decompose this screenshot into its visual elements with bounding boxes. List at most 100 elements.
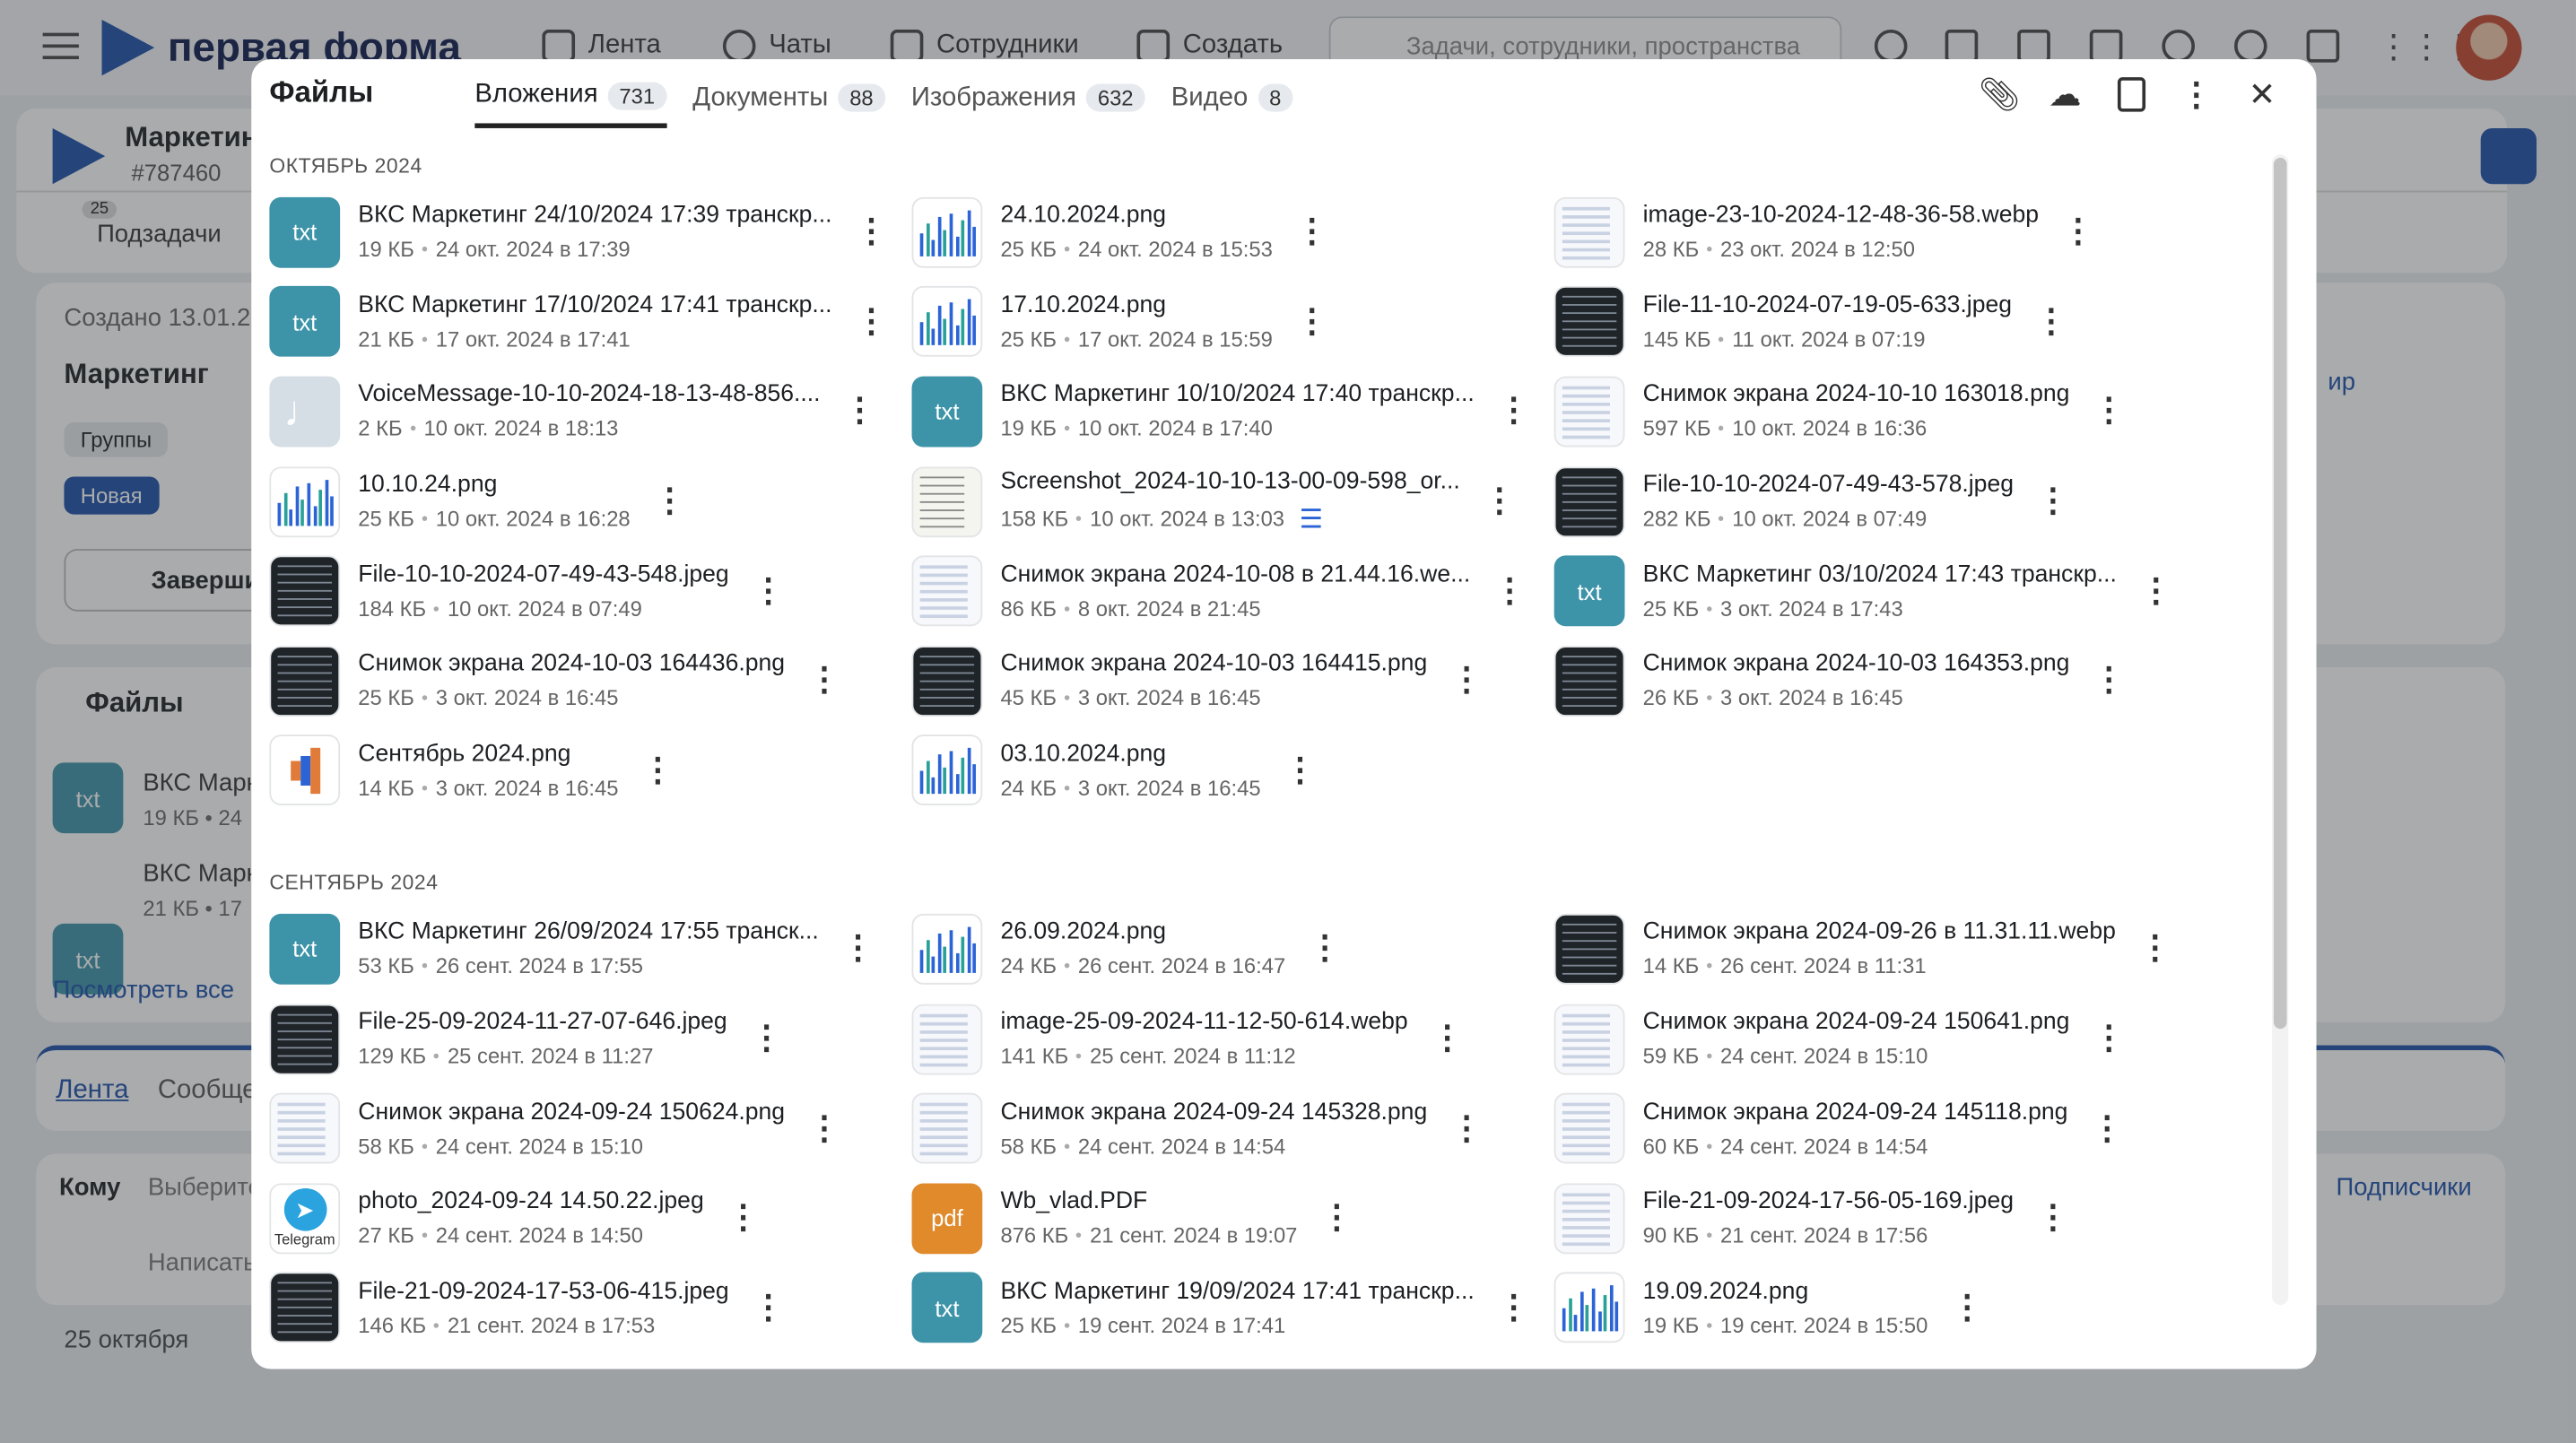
file-item[interactable]: File-25-09-2024-11-27-07-646.jpeg 129 КБ 2… <box>269 994 911 1083</box>
cloud-icon[interactable]: ☁︎ <box>2047 75 2083 112</box>
file-more-icon[interactable]: ⋮ <box>1497 396 1530 429</box>
file-meta: 45 КБ 3 окт. 2024 в 16:45 <box>1000 686 1427 710</box>
scrollbar-thumb[interactable] <box>2273 157 2287 1030</box>
file-date: 10 окт. 2024 в 16:28 <box>435 506 631 532</box>
file-item[interactable]: 10.10.24.png 25 КБ 10 окт. 2024 в 16:28 ⋮ <box>269 456 911 546</box>
file-item[interactable]: pdf Wb_vlad.PDF 876 КБ 21 сент. 2024 в 19:0… <box>911 1173 1554 1263</box>
file-item[interactable]: 24.10.2024.png 25 КБ 24 окт. 2024 в 15:53 ⋮ <box>911 187 1554 277</box>
more-icon[interactable]: ⋮ <box>2179 75 2215 112</box>
file-date: 23 окт. 2024 в 12:50 <box>1720 237 1916 262</box>
file-more-icon[interactable]: ⋮ <box>2139 933 2172 966</box>
file-item[interactable]: File-10-10-2024-07-49-43-578.jpeg 282 КБ 1… <box>1553 456 2197 546</box>
file-more-icon[interactable]: ⋮ <box>750 1022 783 1056</box>
file-more-icon[interactable]: ⋮ <box>2093 1022 2126 1056</box>
file-more-icon[interactable]: ⋮ <box>2093 665 2126 698</box>
file-item[interactable]: image-25-09-2024-11-12-50-614.webp 141 КБ… <box>911 994 1554 1083</box>
file-item[interactable]: 03.10.2024.png 24 КБ 3 окт. 2024 в 16:45 ⋮ <box>911 726 1554 815</box>
file-more-icon[interactable]: ⋮ <box>808 1112 841 1145</box>
file-thumbnail-dark-icon <box>269 1273 341 1343</box>
file-meta: 28 КБ 23 окт. 2024 в 12:50 <box>1643 237 2039 261</box>
tab-documents[interactable]: Документы 88 <box>692 81 885 128</box>
file-more-icon[interactable]: ⋮ <box>1497 1291 1530 1325</box>
file-more-icon[interactable]: ⋮ <box>2140 575 2173 608</box>
file-item[interactable]: Снимок экрана 2024-09-24 150641.png 59 КБ… <box>1553 994 2197 1083</box>
modal-title: Файлы <box>269 75 374 109</box>
paperclip-icon[interactable]: 📎︎ <box>1979 75 2021 112</box>
file-more-icon[interactable]: ⋮ <box>1951 1291 1984 1325</box>
file-more-icon[interactable]: ⋮ <box>843 396 876 429</box>
file-more-icon[interactable]: ⋮ <box>2091 1112 2124 1145</box>
file-item[interactable]: Screenshot_2024-10-10-13-00-09-598_or...… <box>911 456 1554 546</box>
file-date: 24 окт. 2024 в 15:53 <box>1077 237 1273 262</box>
file-item[interactable]: Снимок экрана 2024-09-26 в 11.31.11.webp… <box>1553 904 2197 994</box>
file-more-icon[interactable]: ⋮ <box>752 1291 785 1325</box>
file-item[interactable]: Снимок экрана 2024-09-24 150624.png 58 КБ… <box>269 1083 911 1173</box>
file-item[interactable]: File-11-10-2024-07-19-05-633.jpeg 145 КБ 1… <box>1553 277 2197 367</box>
file-size: 158 КБ <box>1000 506 1069 532</box>
file-item[interactable]: txt ВКС Маркетинг 03/10/2024 17:43 транск… <box>1553 546 2197 636</box>
file-date: 3 окт. 2024 в 17:43 <box>1720 595 1903 622</box>
file-item[interactable]: Сентябрь 2024.png 14 КБ 3 окт. 2024 в 16:4… <box>269 726 911 815</box>
file-item[interactable]: Снимок экрана 2024-10-03 164415.png 45 КБ… <box>911 636 1554 726</box>
file-item[interactable]: image-23-10-2024-12-48-36-58.webp 28 КБ 23… <box>1553 187 2197 277</box>
file-thumbnail-txt-icon: txt <box>269 196 341 268</box>
file-item[interactable]: Снимок экрана 2024-10-03 164436.png 25 КБ… <box>269 636 911 726</box>
file-more-icon[interactable]: ⋮ <box>2037 485 2070 518</box>
file-more-icon[interactable]: ⋮ <box>1483 485 1516 518</box>
file-item[interactable]: Снимок экрана 2024-10-08 в 21.44.16.we..… <box>911 546 1554 636</box>
file-more-icon[interactable]: ⋮ <box>727 1202 760 1235</box>
file-item[interactable]: File-21-09-2024-17-56-05-169.jpeg 90 КБ 21… <box>1553 1173 2197 1263</box>
file-date: 3 окт. 2024 в 16:45 <box>435 775 619 801</box>
file-more-icon[interactable]: ⋮ <box>1450 1112 1484 1145</box>
file-more-icon[interactable]: ⋮ <box>653 485 686 518</box>
file-more-icon[interactable]: ⋮ <box>1431 1022 1464 1056</box>
file-date: 24 сент. 2024 в 15:10 <box>435 1133 644 1159</box>
file-item[interactable]: Снимок экрана 2024-10-03 164353.png 26 КБ… <box>1553 636 2197 726</box>
file-item[interactable]: txt ВКС Маркетинг 10/10/2024 17:40 транск… <box>911 367 1554 456</box>
file-item[interactable]: Снимок экрана 2024-09-24 145328.png 58 КБ… <box>911 1083 1554 1173</box>
file-item[interactable]: ♩ VoiceMessage-10-10-2024-18-13-48-856...… <box>269 367 911 456</box>
file-more-icon[interactable]: ⋮ <box>1296 306 1329 339</box>
file-more-icon[interactable]: ⋮ <box>641 754 674 787</box>
file-more-icon[interactable]: ⋮ <box>855 306 888 339</box>
file-more-icon[interactable]: ⋮ <box>752 575 785 608</box>
file-item[interactable]: txt ВКС Маркетинг 17/10/2024 17:41 транск… <box>269 277 911 367</box>
tab-video[interactable]: Видео 8 <box>1171 81 1293 128</box>
file-date: 10 окт. 2024 в 18:13 <box>423 416 619 442</box>
file-more-icon[interactable]: ⋮ <box>2093 396 2126 429</box>
file-item[interactable]: File-10-10-2024-07-49-43-548.jpeg 184 КБ 1… <box>269 546 911 636</box>
tab-attachments[interactable]: Вложения 731 <box>474 81 666 128</box>
add-file-icon[interactable] <box>2112 75 2148 111</box>
file-name: ВКС Маркетинг 03/10/2024 17:43 транскр..… <box>1642 561 2117 588</box>
file-name: Снимок экрана 2024-09-26 в 11.31.11.webp <box>1642 919 2116 946</box>
file-item[interactable]: 19.09.2024.png 19 КБ 19 сент. 2024 в 15:50… <box>1553 1263 2197 1352</box>
file-more-icon[interactable]: ⋮ <box>1284 754 1317 787</box>
file-more-icon[interactable]: ⋮ <box>1309 933 1342 966</box>
file-more-icon[interactable]: ⋮ <box>808 665 841 698</box>
file-more-icon[interactable]: ⋮ <box>855 216 888 249</box>
file-item[interactable]: File-21-09-2024-17-53-06-415.jpeg 146 КБ 2… <box>269 1263 911 1352</box>
tab-images[interactable]: Изображения 632 <box>911 81 1145 128</box>
file-more-icon[interactable]: ⋮ <box>2035 306 2068 339</box>
file-item[interactable]: 17.10.2024.png 25 КБ 17 окт. 2024 в 15:59 ⋮ <box>911 277 1554 367</box>
list-icon[interactable]: ☰ <box>1300 502 1323 535</box>
file-meta: 21 КБ 17 окт. 2024 в 17:41 <box>358 326 831 351</box>
file-name: File-25-09-2024-11-27-07-646.jpeg <box>358 1009 727 1036</box>
files-modal: Файлы Вложения 731 Документы 88 Изображени… <box>251 58 2317 1369</box>
file-thumbnail-dark-icon <box>1553 913 1625 985</box>
file-item[interactable]: Снимок экрана 2024-09-24 145118.png 60 КБ… <box>1553 1083 2197 1173</box>
file-more-icon[interactable]: ⋮ <box>1450 665 1484 698</box>
file-more-icon[interactable]: ⋮ <box>1493 575 1527 608</box>
file-item[interactable]: ➤ Telegram photo_2024-09-24 14.50.22.jpeg 2… <box>269 1173 911 1263</box>
file-item[interactable]: txt ВКС Маркетинг 19/09/2024 17:41 транск… <box>911 1263 1554 1352</box>
file-item[interactable]: txt ВКС Маркетинг 24/10/2024 17:39 транск… <box>269 187 911 277</box>
file-item[interactable]: 26.09.2024.png 24 КБ 26 сент. 2024 в 16:47… <box>911 904 1554 994</box>
file-more-icon[interactable]: ⋮ <box>2037 1202 2070 1235</box>
close-icon[interactable]: ✕ <box>2244 75 2280 112</box>
file-item[interactable]: Снимок экрана 2024-10-10 163018.png 597 К… <box>1553 367 2197 456</box>
file-more-icon[interactable]: ⋮ <box>2062 216 2095 249</box>
file-more-icon[interactable]: ⋮ <box>1320 1202 1353 1235</box>
file-more-icon[interactable]: ⋮ <box>841 933 875 966</box>
file-item[interactable]: txt ВКС Маркетинг 26/09/2024 17:55 транск… <box>269 904 911 994</box>
file-more-icon[interactable]: ⋮ <box>1296 216 1329 249</box>
